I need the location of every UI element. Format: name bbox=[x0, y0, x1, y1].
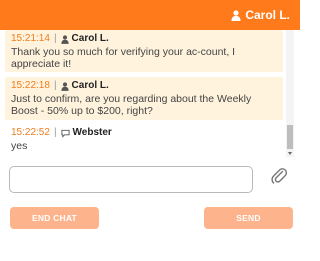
user-icon bbox=[231, 9, 241, 21]
message-author-name: Webster bbox=[72, 127, 112, 138]
message-timestamp: 15:21:14 bbox=[11, 33, 50, 44]
message-text: Just to confirm, are you regarding about… bbox=[11, 93, 252, 117]
chat-bubble-icon bbox=[60, 129, 70, 138]
chat-message: 15:22:52 | Webster yes bbox=[5, 124, 283, 154]
message-author: Webster bbox=[60, 127, 112, 139]
message-timestamp: 15:22:18 bbox=[11, 80, 50, 91]
chat-transcript[interactable]: 15:21:14 | Carol L. Thank you so much fo… bbox=[0, 30, 300, 157]
message-separator: | bbox=[53, 127, 57, 138]
transcript-scrollbar[interactable] bbox=[286, 30, 294, 157]
scroll-down-arrow-icon[interactable] bbox=[288, 152, 292, 155]
user-icon bbox=[60, 81, 69, 91]
header-user-name: Carol L. bbox=[245, 8, 290, 22]
user-icon bbox=[60, 34, 69, 44]
end-chat-button[interactable]: END CHAT bbox=[10, 207, 99, 229]
message-separator: | bbox=[53, 80, 57, 91]
paperclip-icon[interactable] bbox=[268, 164, 290, 186]
send-button[interactable]: SEND bbox=[204, 207, 293, 229]
chat-message: 15:21:14 | Carol L. Thank you so much fo… bbox=[5, 30, 283, 72]
chat-message: 15:22:18 | Carol L. Just to confirm, are… bbox=[5, 77, 283, 120]
message-author: Carol L. bbox=[60, 33, 109, 45]
message-text: yes bbox=[11, 140, 28, 152]
message-timestamp: 15:22:52 bbox=[11, 127, 50, 138]
scrollbar-thumb[interactable] bbox=[287, 125, 293, 149]
chat-header: Carol L. bbox=[0, 0, 300, 30]
message-text: Thank you so much for verifying your ac-… bbox=[11, 46, 236, 70]
message-separator: | bbox=[53, 33, 57, 44]
message-author-name: Carol L. bbox=[71, 80, 109, 91]
message-input[interactable] bbox=[9, 166, 253, 193]
message-author-name: Carol L. bbox=[71, 33, 109, 44]
message-author: Carol L. bbox=[60, 80, 109, 92]
